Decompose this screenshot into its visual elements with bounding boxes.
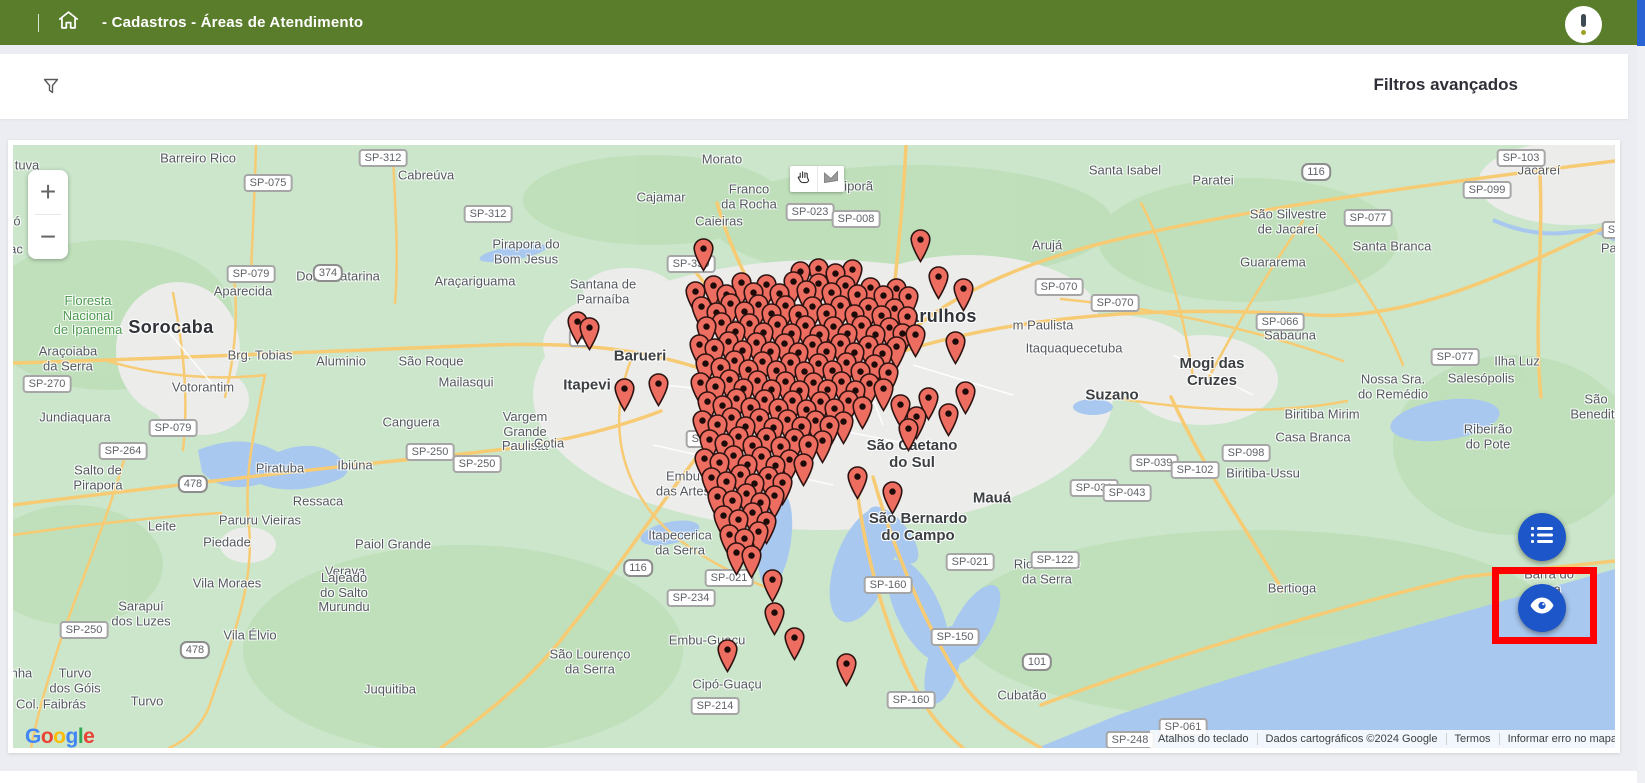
breadcrumb: - Cadastros - Áreas de Atendimento bbox=[102, 14, 363, 31]
map-pin[interactable] bbox=[614, 378, 635, 417]
advanced-filters-button[interactable]: Filtros avançados bbox=[1373, 75, 1518, 95]
map-pin[interactable] bbox=[928, 266, 949, 305]
scrollbar-thumb[interactable] bbox=[1637, 0, 1645, 46]
map-pin[interactable] bbox=[882, 481, 903, 520]
visibility-fab-button[interactable] bbox=[1518, 584, 1566, 632]
map-pin[interactable] bbox=[905, 324, 926, 363]
list-fab-button[interactable] bbox=[1518, 513, 1566, 561]
pan-tool-button[interactable] bbox=[790, 166, 817, 192]
alert-button[interactable] bbox=[1565, 6, 1602, 43]
google-logo-letter: G bbox=[25, 725, 41, 748]
google-logo-letter: o bbox=[41, 725, 53, 748]
page-footer-strip bbox=[0, 771, 1637, 783]
map-drawing-toolbar bbox=[790, 166, 844, 192]
home-icon bbox=[58, 10, 79, 35]
polygon-tool-button[interactable] bbox=[817, 166, 844, 192]
filter-bar: Filtros avançados bbox=[0, 54, 1628, 119]
page-scrollbar[interactable] bbox=[1637, 0, 1645, 783]
map-canvas[interactable]: tuvaóacinhaBarreiro RicoCabreúvaMoratoFr… bbox=[13, 145, 1615, 748]
attribution-link[interactable]: Atalhos do teclado bbox=[1150, 733, 1257, 745]
polygon-icon bbox=[823, 170, 839, 189]
map-pin[interactable] bbox=[793, 453, 814, 492]
attribution-link[interactable]: Informar erro no mapa bbox=[1499, 733, 1615, 745]
map-zoom-control: + − bbox=[28, 170, 68, 259]
zoom-out-button[interactable]: − bbox=[28, 215, 68, 259]
zoom-in-button[interactable]: + bbox=[28, 170, 68, 214]
map-pin[interactable] bbox=[648, 373, 669, 412]
map-pin[interactable] bbox=[938, 403, 959, 442]
map-pin[interactable] bbox=[717, 639, 738, 678]
map-pin[interactable] bbox=[741, 545, 762, 584]
map-attribution: Atalhos do tecladoDados cartográficos ©2… bbox=[1150, 730, 1615, 748]
map-pin[interactable] bbox=[784, 627, 805, 666]
map-pin[interactable] bbox=[693, 238, 714, 277]
header-divider bbox=[38, 14, 39, 32]
map-card: tuvaóacinhaBarreiro RicoCabreúvaMoratoFr… bbox=[8, 140, 1620, 753]
map-pin[interactable] bbox=[953, 278, 974, 317]
map-pin[interactable] bbox=[764, 602, 785, 641]
funnel-icon[interactable] bbox=[42, 77, 62, 97]
eye-icon bbox=[1530, 597, 1554, 619]
google-logo[interactable]: Google bbox=[25, 725, 94, 748]
list-icon bbox=[1531, 526, 1553, 549]
map-pin[interactable] bbox=[579, 317, 600, 356]
attribution-link[interactable]: Dados cartográficos ©2024 Google bbox=[1257, 733, 1446, 745]
header-bar: - Cadastros - Áreas de Atendimento bbox=[0, 0, 1637, 45]
map-pin[interactable] bbox=[945, 331, 966, 370]
google-logo-letter: o bbox=[53, 725, 65, 748]
map-pin[interactable] bbox=[847, 466, 868, 505]
map-pin[interactable] bbox=[898, 418, 919, 457]
google-logo-letter: g bbox=[66, 725, 78, 748]
map-pin[interactable] bbox=[910, 229, 931, 268]
attribution-link[interactable]: Termos bbox=[1446, 733, 1499, 745]
home-button[interactable] bbox=[56, 11, 80, 35]
google-logo-letter: e bbox=[83, 725, 94, 748]
exclamation-icon bbox=[1581, 14, 1586, 35]
hand-icon bbox=[796, 169, 811, 189]
map-pin[interactable] bbox=[836, 653, 857, 692]
map-pin[interactable] bbox=[852, 396, 873, 435]
